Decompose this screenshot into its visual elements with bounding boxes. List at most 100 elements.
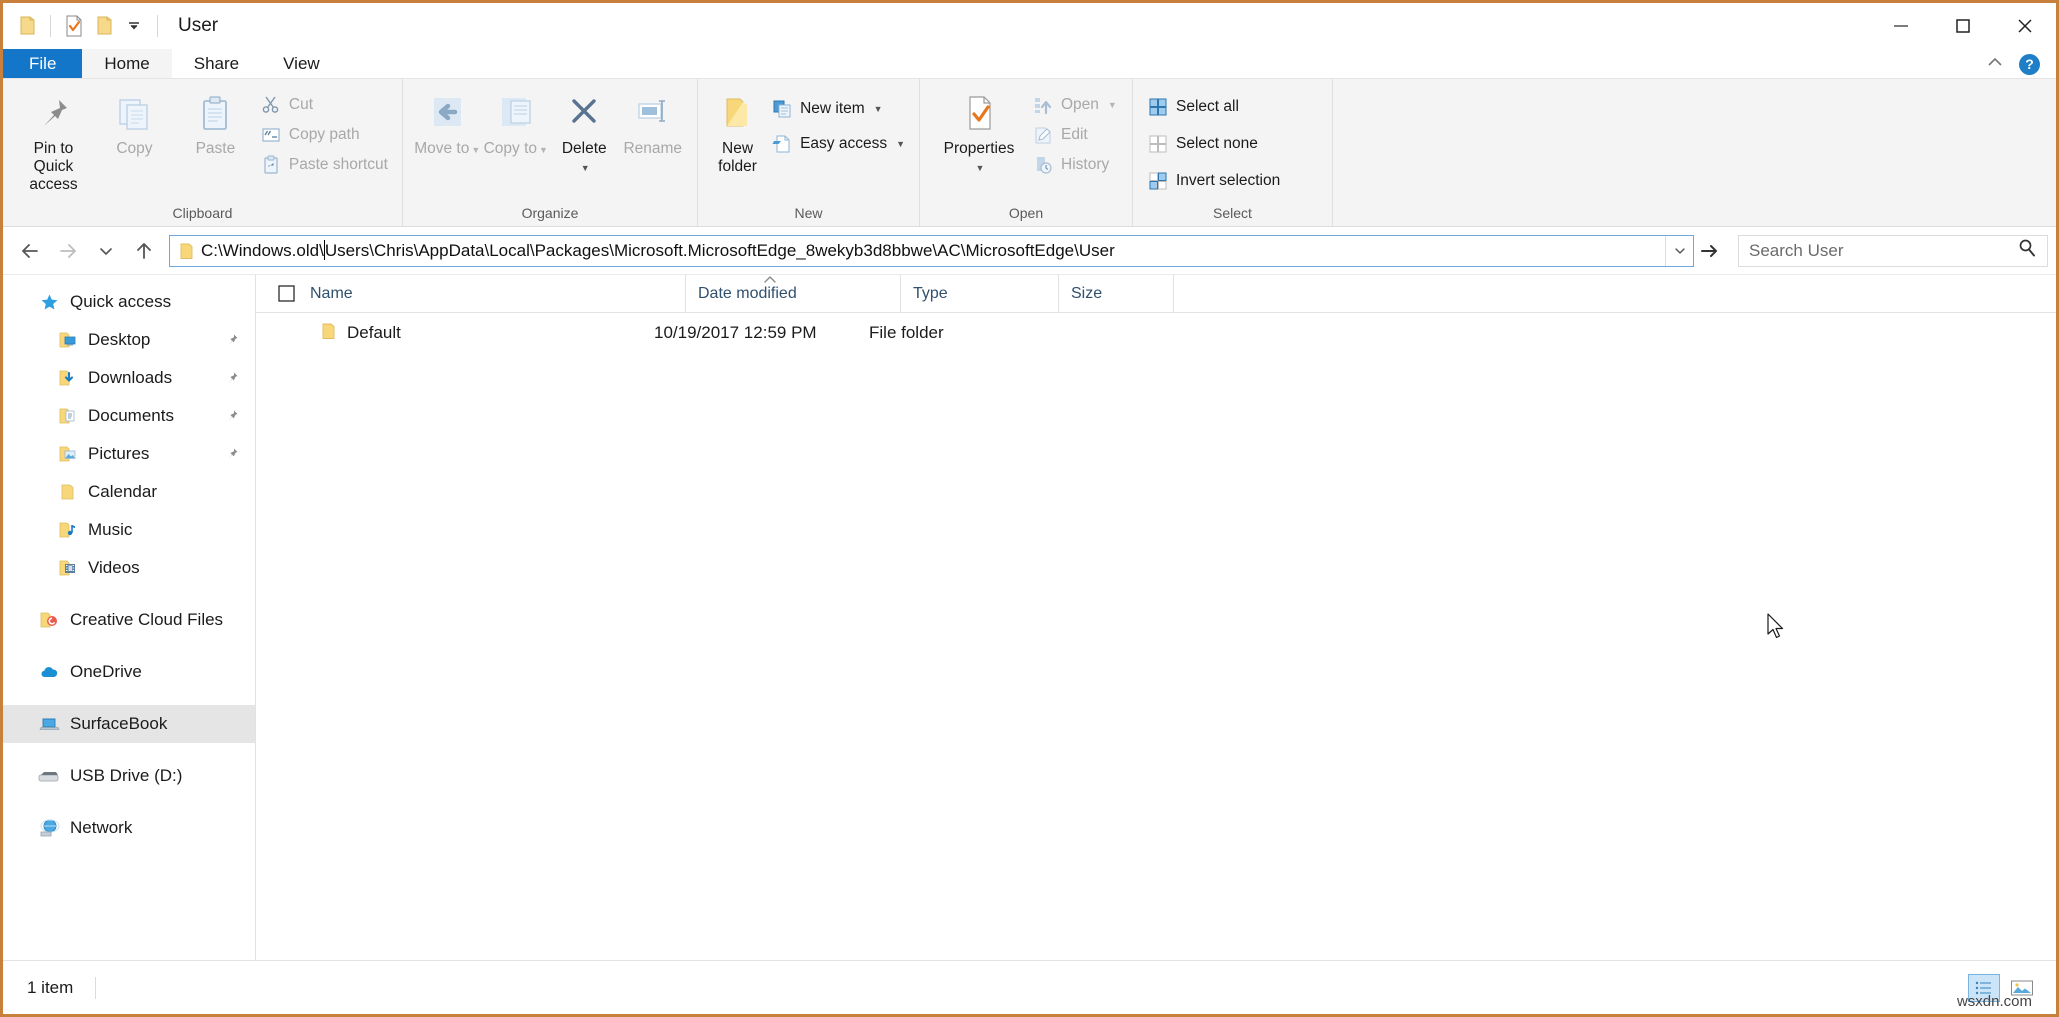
select-none-button[interactable]: Select none	[1143, 131, 1284, 156]
copy-label: Copy	[116, 140, 152, 158]
pin-icon[interactable]	[224, 409, 239, 424]
new-folder-icon[interactable]	[89, 11, 119, 41]
sidebar-item-label: Videos	[88, 558, 140, 578]
edit-button[interactable]: Edit	[1028, 122, 1121, 147]
ribbon-filler	[1333, 79, 2056, 226]
table-row[interactable]: Default 10/19/2017 12:59 PM File folder	[256, 313, 2056, 353]
usb-drive-icon	[37, 769, 61, 783]
recent-locations-button[interactable]	[87, 232, 125, 270]
column-header-name[interactable]: Name	[300, 275, 686, 313]
address-input[interactable]: C:\Windows.old\Users\Chris\AppData\Local…	[169, 235, 1694, 267]
mouse-cursor	[1767, 613, 1787, 646]
pin-icon[interactable]	[224, 447, 239, 462]
select-all-checkbox[interactable]	[272, 285, 300, 302]
tab-home[interactable]: Home	[82, 49, 171, 78]
file-name-cell: Default	[256, 322, 642, 345]
search-icon[interactable]	[2017, 238, 2037, 263]
ribbon-group-label-organize: Organize	[403, 205, 697, 226]
forward-button[interactable]	[49, 232, 87, 270]
copy-to-button[interactable]: Copy to▼	[482, 87, 551, 158]
go-button[interactable]	[1694, 232, 1726, 270]
customize-dropdown-icon[interactable]	[119, 11, 149, 41]
this-pc-laptop-icon	[37, 716, 61, 733]
column-header-type[interactable]: Type	[901, 275, 1059, 313]
pin-to-quick-access-button[interactable]: Pin to Quick access	[13, 87, 94, 193]
nav-spacer	[3, 743, 255, 757]
onedrive-cloud-icon	[37, 664, 61, 680]
watermark: wsxdn.com	[1957, 993, 2032, 1010]
edit-icon	[1032, 124, 1054, 146]
open-button[interactable]: Open ▼	[1028, 92, 1121, 117]
cut-button[interactable]: Cut	[256, 92, 392, 117]
sidebar-item-videos[interactable]: Videos	[3, 549, 255, 587]
paste-icon	[193, 91, 237, 137]
easy-access-icon	[771, 133, 793, 155]
sidebar-item-label: Desktop	[88, 330, 150, 350]
history-icon	[1032, 154, 1054, 176]
delete-button[interactable]: Delete▼	[550, 87, 619, 176]
sidebar-item-surfacebook[interactable]: SurfaceBook	[3, 705, 255, 743]
sidebar-item-label: Quick access	[70, 292, 171, 312]
sidebar-item-music[interactable]: Music	[3, 511, 255, 549]
move-to-icon	[424, 91, 470, 137]
select-all-button[interactable]: Select all	[1143, 94, 1284, 119]
sidebar-item-calendar[interactable]: Calendar	[3, 473, 255, 511]
creative-cloud-icon	[37, 611, 61, 629]
rename-button[interactable]: Rename	[619, 87, 688, 158]
sidebar-item-network[interactable]: Network	[3, 809, 255, 847]
invert-selection-button[interactable]: Invert selection	[1143, 168, 1284, 193]
properties-folder-icon[interactable]	[12, 11, 42, 41]
checkmark-document-icon[interactable]	[59, 11, 89, 41]
nav-spacer	[3, 639, 255, 653]
back-button[interactable]	[11, 232, 49, 270]
copy-icon	[112, 91, 156, 137]
maximize-button[interactable]	[1932, 3, 1994, 49]
tab-share[interactable]: Share	[172, 49, 261, 78]
sidebar-item-usb-drive[interactable]: USB Drive (D:)	[3, 757, 255, 795]
properties-icon	[959, 91, 999, 137]
search-input[interactable]: Search User	[1738, 235, 2048, 267]
pin-icon[interactable]	[224, 371, 239, 386]
paste-label: Paste	[196, 140, 236, 158]
address-dropdown-icon[interactable]	[1665, 236, 1693, 266]
new-item-icon	[771, 98, 793, 120]
properties-button[interactable]: Properties▼	[930, 87, 1028, 176]
easy-access-button[interactable]: Easy access ▼	[767, 131, 909, 156]
sidebar-item-quick-access[interactable]: Quick access	[3, 283, 255, 321]
new-item-button[interactable]: New item ▼	[767, 96, 909, 121]
column-header-date-modified[interactable]: Date modified	[686, 275, 901, 313]
open-small-buttons: Open ▼ Edit	[1028, 87, 1121, 177]
ribbon: Pin to Quick access Copy	[3, 79, 2056, 227]
sidebar-item-documents[interactable]: Documents	[3, 397, 255, 435]
tab-file[interactable]: File	[3, 49, 82, 78]
up-one-level-button[interactable]	[125, 232, 163, 270]
move-to-button[interactable]: Move to▼	[413, 87, 482, 158]
sidebar-item-desktop[interactable]: Desktop	[3, 321, 255, 359]
sidebar-item-downloads[interactable]: Downloads	[3, 359, 255, 397]
new-folder-icon	[718, 91, 758, 137]
pictures-folder-icon	[55, 445, 79, 463]
navigation-pane: Quick access Desktop	[3, 275, 256, 982]
help-icon[interactable]: ?	[2019, 54, 2040, 75]
column-header-size[interactable]: Size	[1059, 275, 1174, 313]
rename-icon	[631, 91, 675, 137]
search-placeholder: Search User	[1749, 241, 2017, 261]
paste-button[interactable]: Paste	[175, 87, 256, 158]
sidebar-item-creative-cloud-files[interactable]: Creative Cloud Files	[3, 601, 255, 639]
minimize-button[interactable]	[1870, 3, 1932, 49]
pin-icon[interactable]	[224, 333, 239, 348]
copy-path-button[interactable]: Copy path	[256, 122, 392, 147]
sidebar-item-pictures[interactable]: Pictures	[3, 435, 255, 473]
rename-label: Rename	[623, 140, 682, 158]
close-button[interactable]	[1994, 3, 2056, 49]
copy-button[interactable]: Copy	[94, 87, 175, 158]
collapse-ribbon-icon[interactable]	[1985, 54, 2005, 75]
tab-view[interactable]: View	[261, 49, 342, 78]
paste-shortcut-button[interactable]: Paste shortcut	[256, 152, 392, 177]
nav-spacer	[3, 587, 255, 601]
sidebar-item-onedrive[interactable]: OneDrive	[3, 653, 255, 691]
history-button[interactable]: History	[1028, 152, 1121, 177]
sidebar-item-label: SurfaceBook	[70, 714, 167, 734]
new-folder-button[interactable]: New folder	[708, 87, 767, 176]
ribbon-group-organize: Move to▼ Copy to▼	[403, 79, 698, 226]
